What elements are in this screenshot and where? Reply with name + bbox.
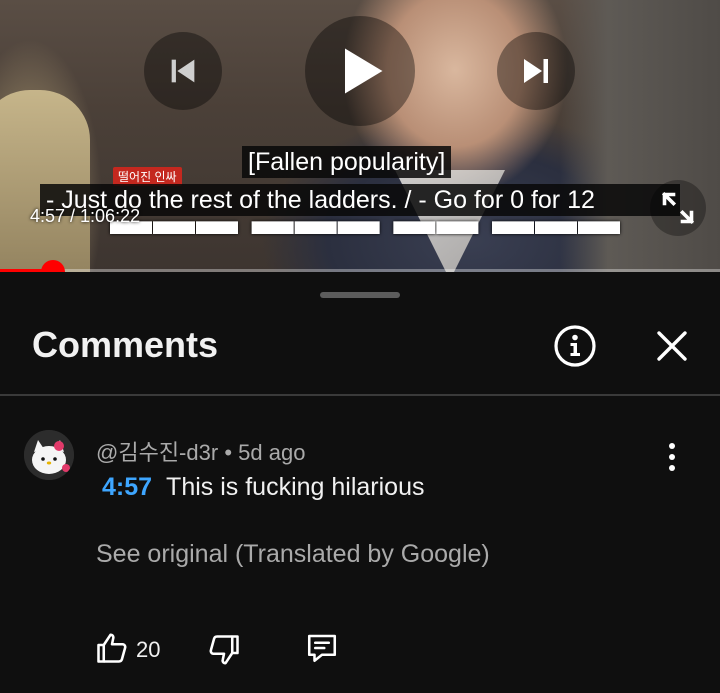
comment-body: 4:57 This is fucking hilarious bbox=[102, 473, 424, 502]
like-button[interactable] bbox=[94, 630, 130, 666]
close-button[interactable] bbox=[648, 322, 696, 370]
hello-kitty-avatar-icon bbox=[24, 430, 74, 480]
comment-reply-icon bbox=[307, 634, 337, 663]
see-original-link[interactable]: See original (Translated by Google) bbox=[96, 540, 490, 569]
comments-sheet: Comments @김수진-d3r • 5d ago 4:57 This is … bbox=[0, 272, 720, 693]
thumbs-down-icon bbox=[209, 635, 239, 665]
meta-separator: • bbox=[224, 440, 233, 465]
comment-age: 5d ago bbox=[238, 440, 306, 465]
drag-handle[interactable] bbox=[320, 292, 400, 298]
skip-previous-icon bbox=[171, 59, 195, 83]
info-button[interactable] bbox=[551, 322, 599, 370]
avatar[interactable] bbox=[24, 430, 74, 480]
play-icon bbox=[345, 48, 383, 94]
caption-line-1: [Fallen popularity] bbox=[242, 146, 452, 178]
reply-button[interactable] bbox=[304, 630, 340, 666]
video-player[interactable]: 떨어진 인싸 ▬▬▬ ▬▬▬ ▬▬ ▬▬▬ [Fallen popularity… bbox=[0, 0, 720, 272]
video-frame-person bbox=[0, 90, 90, 272]
time-display: 4:57 / 1:06:22 bbox=[30, 206, 141, 226]
comment-text: This is fucking hilarious bbox=[166, 473, 425, 501]
comment-meta: @김수진-d3r • 5d ago bbox=[96, 435, 305, 467]
more-vertical-icon bbox=[669, 443, 675, 471]
play-button[interactable] bbox=[305, 16, 415, 126]
comment-more-button[interactable] bbox=[656, 437, 688, 477]
skip-next-icon bbox=[524, 59, 548, 83]
fullscreen-icon bbox=[661, 191, 695, 225]
next-button[interactable] bbox=[497, 32, 575, 110]
fullscreen-button[interactable] bbox=[650, 180, 706, 236]
close-icon bbox=[657, 331, 687, 361]
previous-button[interactable] bbox=[144, 32, 222, 110]
comment-author[interactable]: @김수진-d3r bbox=[96, 440, 218, 465]
header-divider bbox=[0, 394, 720, 396]
dislike-button[interactable] bbox=[206, 632, 242, 668]
comments-title: Comments bbox=[32, 324, 219, 365]
comment-timestamp-link[interactable]: 4:57 bbox=[102, 473, 152, 501]
info-icon bbox=[554, 325, 596, 367]
like-count: 20 bbox=[136, 637, 161, 662]
thumbs-up-icon bbox=[97, 633, 127, 663]
